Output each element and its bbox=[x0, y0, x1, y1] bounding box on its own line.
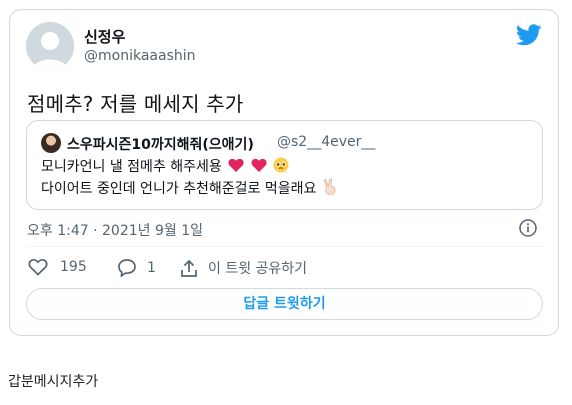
tweet-text: 점메추? 저를 메세지 추가 bbox=[27, 92, 244, 116]
heart-icon bbox=[251, 158, 267, 172]
quoted-author-name: 스우파시즌10까지해줘(으애기) bbox=[67, 137, 254, 153]
pleading-face-icon bbox=[273, 157, 289, 173]
reply-button[interactable]: 1 bbox=[117, 258, 156, 277]
like-count: 195 bbox=[60, 259, 87, 275]
quoted-tweet[interactable]: 스우파시즌10까지해줘(으애기) @s2__4ever__ 모니카언니 낼 점메… bbox=[26, 120, 543, 210]
default-avatar-icon bbox=[26, 22, 74, 70]
heart-outline-icon bbox=[28, 259, 48, 276]
reply-tweet-button[interactable]: 답글 트윗하기 bbox=[26, 288, 543, 320]
tweet-card[interactable]: 신정우 @monikaaashin 점메추? 저를 메세지 추가 스우파시즌10… bbox=[9, 9, 559, 336]
quoted-text-line2-content: 다이어트 중인데 언니가 추천해준걸로 먹을래요 bbox=[41, 181, 317, 197]
tweet-timestamp[interactable]: 오후 1:47 · 2021년 9월 1일 bbox=[27, 220, 203, 240]
share-button[interactable]: 이 트윗 공유하기 bbox=[180, 258, 307, 278]
victory-hand-icon bbox=[323, 178, 336, 195]
author-name[interactable]: 신정우 bbox=[84, 26, 125, 47]
quoted-text-line1: 모니카언니 낼 점메추 해주세용 bbox=[41, 156, 289, 176]
divider bbox=[26, 246, 543, 247]
caption-text: 갑분메시지추가 bbox=[8, 374, 99, 390]
share-icon bbox=[181, 259, 197, 277]
like-button[interactable]: 195 bbox=[28, 258, 87, 276]
info-icon[interactable] bbox=[518, 218, 538, 238]
share-label: 이 트윗 공유하기 bbox=[208, 261, 308, 277]
reply-bubble-icon bbox=[118, 259, 136, 277]
quoted-avatar bbox=[41, 133, 61, 153]
quoted-text-line2: 다이어트 중인데 언니가 추천해준걸로 먹을래요 bbox=[41, 178, 337, 198]
action-bar: 195 1 이 트윗 공유하기 bbox=[28, 258, 538, 278]
quoted-text-line1-content: 모니카언니 낼 점메추 해주세용 bbox=[41, 159, 222, 175]
reply-count: 1 bbox=[147, 259, 156, 276]
quoted-author-handle: @s2__4ever__ bbox=[277, 134, 376, 150]
heart-icon bbox=[228, 158, 244, 172]
avatar[interactable] bbox=[26, 22, 74, 70]
author-handle[interactable]: @monikaaashin bbox=[84, 48, 196, 64]
twitter-bird-icon[interactable] bbox=[516, 24, 542, 46]
